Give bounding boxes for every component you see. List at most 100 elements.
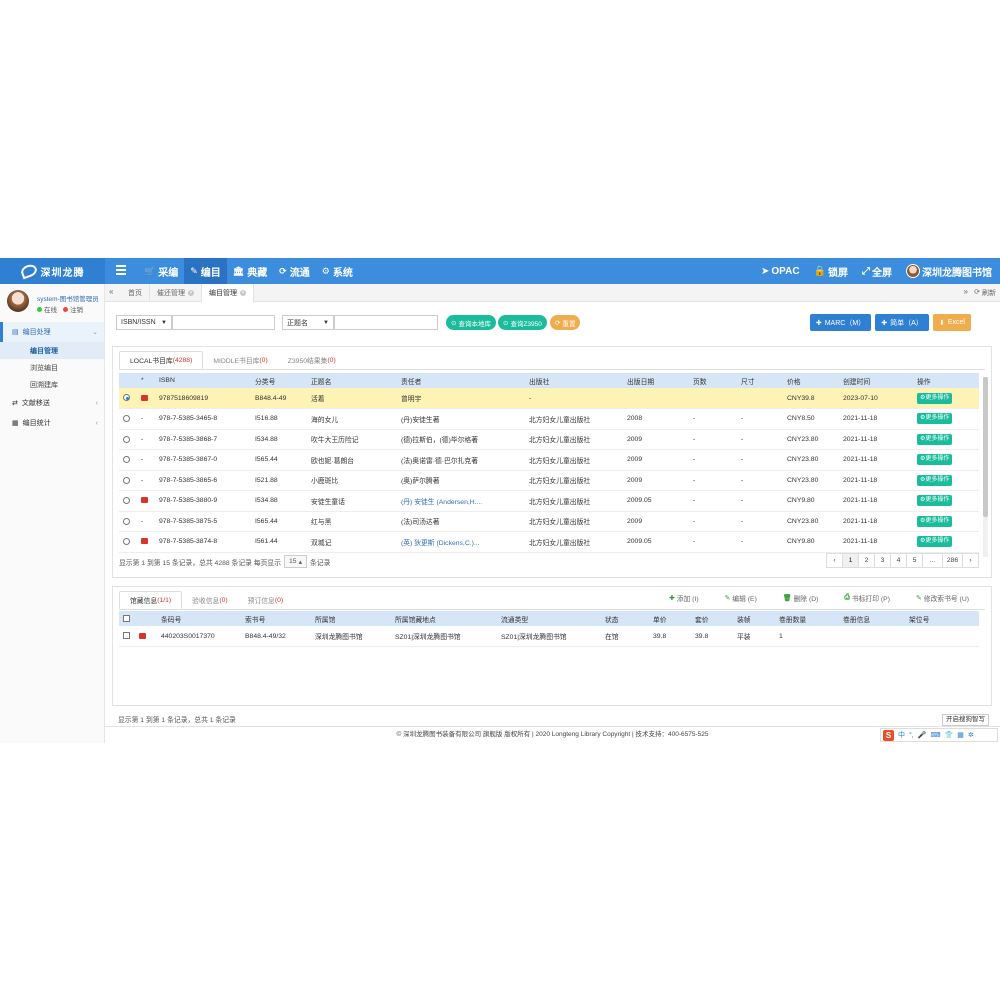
row-radio[interactable]: [123, 538, 130, 546]
more-actions-button[interactable]: ⚙更多操作: [917, 515, 953, 527]
ime-toolbar[interactable]: S 中 °, 🎤 ⌨ 👕 ▦ ✲: [880, 728, 998, 742]
query-local-button[interactable]: ⊙ 查询本地库: [446, 315, 496, 330]
page-button[interactable]: ‹: [826, 553, 843, 568]
marc-button[interactable]: ✚ MARC（M）: [810, 314, 871, 331]
search-field-select-1[interactable]: ISBN/ISSN ▼: [116, 315, 172, 330]
more-actions-button[interactable]: ⚙更多操作: [917, 536, 953, 548]
sidebar-item-browse-catalog[interactable]: 浏览编目: [0, 359, 104, 376]
nav-item-system[interactable]: ⚙ 系统: [316, 258, 359, 284]
tab-catalog-manage[interactable]: 编目管理 ×: [202, 284, 254, 302]
row-radio-cell[interactable]: [119, 470, 137, 491]
select-all-checkbox[interactable]: [123, 614, 130, 622]
fullscreen-button[interactable]: ⤢ 全屏: [862, 264, 892, 279]
cell-author[interactable]: (丹) 安徒生 (Andersen,H....: [397, 490, 525, 512]
tabs-scroll-left-icon[interactable]: «: [109, 287, 113, 296]
page-button[interactable]: 1: [842, 553, 859, 568]
close-icon[interactable]: ×: [188, 290, 194, 296]
page-button[interactable]: 286: [942, 553, 963, 568]
table-row[interactable]: - 978-7-5385-3875-5 I565.44 红与黑 (法)司汤达著 北方妇女儿…: [119, 511, 979, 532]
column-header[interactable]: 责任者: [397, 373, 525, 388]
sidebar-group-cataloging[interactable]: ▤ 编目处理 ⌄: [0, 322, 104, 342]
column-header[interactable]: 出版社: [525, 373, 623, 388]
row-radio-cell[interactable]: [119, 511, 137, 532]
table-row[interactable]: 440203S0017370 B848.4-49/32 深圳龙腾图书馆 SZ01|深圳…: [119, 626, 979, 647]
column-header[interactable]: 索书号: [241, 611, 311, 626]
row-radio-cell[interactable]: [119, 388, 137, 409]
row-radio[interactable]: [123, 394, 130, 402]
sidebar-item-retro-build[interactable]: 回溯建库: [0, 376, 104, 393]
column-header[interactable]: ISBN: [155, 373, 251, 388]
column-header[interactable]: *: [137, 373, 155, 388]
column-header[interactable]: 状态: [601, 611, 649, 626]
holdings-action-button[interactable]: 🗑 删除 (D): [783, 593, 819, 603]
holdings-action-button[interactable]: ✚ 添加 (I): [669, 593, 699, 603]
column-header[interactable]: 出版日期: [623, 373, 689, 388]
table-row[interactable]: 978-7-5385-3874-8 I561.44 双城记 (英) 狄更斯 (Dick…: [119, 531, 979, 553]
table-row[interactable]: - 978-7-5385-3868-7 I534.88 吹牛大王历险记 (德)拉斯伯，(…: [119, 429, 979, 450]
brand-logo[interactable]: 深圳龙腾: [0, 258, 105, 284]
table-scrollbar[interactable]: [983, 377, 988, 557]
more-actions-button[interactable]: ⚙更多操作: [917, 413, 953, 425]
more-actions-button[interactable]: ⚙更多操作: [917, 495, 953, 507]
search-input-2[interactable]: [334, 315, 438, 330]
query-z3950-button[interactable]: ⊙ 查询Z3950: [498, 315, 547, 330]
table-row[interactable]: 978-7-5385-3880-9 I534.88 安徒生童话 (丹) 安徒生 (An…: [119, 490, 979, 512]
column-header[interactable]: [119, 373, 137, 388]
more-actions-button[interactable]: ⚙更多操作: [917, 433, 953, 445]
row-radio[interactable]: [123, 476, 130, 484]
nav-item-cataloging[interactable]: ✎ 编目: [184, 258, 227, 284]
simple-button[interactable]: ✚ 简单（A）: [875, 314, 929, 331]
more-actions-button[interactable]: ⚙更多操作: [917, 474, 953, 486]
row-checkbox[interactable]: [123, 632, 130, 640]
column-header[interactable]: 所属馆藏地点: [391, 611, 497, 626]
row-radio[interactable]: [123, 497, 130, 505]
refresh-button[interactable]: ⟳ 刷新: [974, 288, 996, 298]
column-header[interactable]: 操作: [913, 373, 979, 388]
page-button[interactable]: 2: [858, 553, 875, 568]
ime-helper-tooltip[interactable]: 开启搜狗智写: [942, 714, 989, 726]
page-button[interactable]: 5: [906, 553, 923, 568]
tab-acceptance-info[interactable]: 验收信息 (0): [182, 591, 238, 609]
close-icon[interactable]: ×: [240, 290, 246, 296]
reset-button[interactable]: ⟳ 重置: [550, 315, 581, 330]
excel-button[interactable]: ⬇ Excel: [933, 314, 971, 331]
library-user-menu[interactable]: 深圳龙腾图书馆: [906, 264, 992, 279]
tab-z3950-results[interactable]: Z3950结果集 (0): [278, 351, 346, 369]
page-button[interactable]: ...: [922, 553, 943, 568]
sidebar-group-transfer[interactable]: ⇄ 文献移送 ‹: [0, 393, 104, 413]
row-radio-cell[interactable]: [119, 531, 137, 553]
column-header[interactable]: 条码号: [157, 611, 241, 626]
settings-icon[interactable]: ✲: [968, 731, 974, 739]
lock-screen-button[interactable]: 🔒 锁屏: [814, 264, 848, 279]
holdings-action-button[interactable]: ⎙ 书标打印 (P): [844, 593, 890, 603]
search-input-1[interactable]: [172, 315, 275, 330]
column-header[interactable]: [119, 611, 135, 626]
table-row[interactable]: - 978-7-5385-3867-0 I565.44 欧也妮·葛朗台 (法)奥诺雷·德…: [119, 449, 979, 471]
table-row[interactable]: - 978-7-5385-3865-6 I521.88 小鹿斑比 (奥)萨尔腾著 北方妇女…: [119, 470, 979, 491]
mic-icon[interactable]: 🎤: [918, 731, 927, 739]
nav-item-collection[interactable]: 🏛 典藏: [227, 258, 273, 284]
logout-link[interactable]: 注销: [63, 304, 83, 314]
page-button[interactable]: ›: [962, 553, 979, 568]
column-header[interactable]: 分类号: [251, 373, 307, 388]
sidebar-item-catalog-manage[interactable]: 编目管理: [0, 342, 104, 359]
punct-icon[interactable]: °,: [909, 732, 914, 739]
holdings-action-button[interactable]: ✎ 编辑 (E): [725, 593, 757, 603]
column-header[interactable]: 装帧: [733, 611, 775, 626]
column-header[interactable]: 所属馆: [311, 611, 391, 626]
column-header[interactable]: 卷册信息: [839, 611, 905, 626]
column-header[interactable]: 创建时间: [839, 373, 913, 388]
row-radio-cell[interactable]: [119, 449, 137, 471]
skin-icon[interactable]: 👕: [945, 731, 954, 739]
column-header[interactable]: 卷册数量: [775, 611, 839, 626]
keyboard-icon[interactable]: ⌨: [930, 731, 940, 739]
row-radio[interactable]: [123, 456, 130, 464]
more-actions-button[interactable]: ⚙更多操作: [917, 392, 953, 404]
column-header[interactable]: 流通类型: [497, 611, 601, 626]
column-header[interactable]: 套价: [691, 611, 733, 626]
column-header[interactable]: [135, 611, 157, 626]
toolbox-icon[interactable]: ▦: [957, 731, 964, 739]
column-header[interactable]: 页数: [689, 373, 737, 388]
nav-item-circulation[interactable]: ⟳ 流通: [273, 258, 316, 284]
row-radio-cell[interactable]: [119, 408, 137, 430]
